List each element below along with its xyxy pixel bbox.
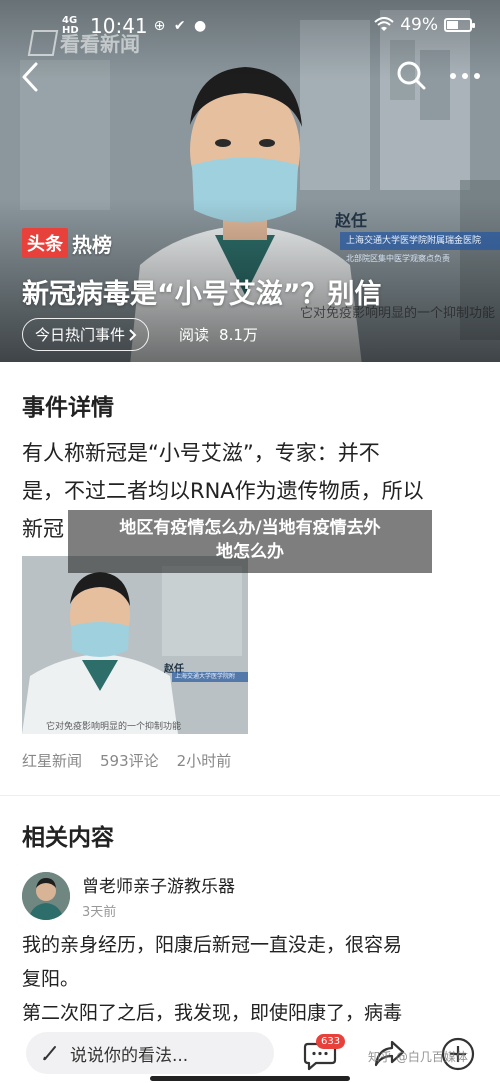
avatar-image xyxy=(22,872,70,920)
thumbnail-caption-subtitle: 它对免疫影响明显的一个抑制功能 xyxy=(46,722,182,732)
banner-line: 地怎么办 xyxy=(216,542,284,562)
search-icon[interactable] xyxy=(396,60,426,92)
notification-icons: ⊕ ✔ ● xyxy=(153,18,209,34)
post-text-line: 复阳。 xyxy=(22,968,80,990)
read-count: 阅读 8.1万 xyxy=(179,324,258,345)
author-name[interactable]: 曾老师亲子游教乐器 xyxy=(82,872,235,897)
event-text-line: 是，不过二者均以RNA作为遗传物质，所以 xyxy=(22,479,424,503)
section-divider xyxy=(0,795,500,796)
read-label: 阅读 xyxy=(179,326,210,344)
zhihu-watermark: 知乎 @白几百媒体 xyxy=(368,1050,468,1064)
event-pill[interactable]: 今日热门事件 xyxy=(22,318,150,351)
overlay-banner: 地区有疫情怎么办/当地有疫情去外 地怎么办 xyxy=(68,510,432,573)
caption-org-secondary: 北部院区集中医学观察点负责 xyxy=(346,254,450,263)
author-row[interactable]: 曾老师亲子游教乐器 3天前 xyxy=(22,872,235,920)
battery-percent: 49% xyxy=(400,15,438,35)
caption-org: 上海交通大学医学院附属瑞金医院 xyxy=(340,232,500,250)
event-pill-label: 今日热门事件 xyxy=(35,326,126,344)
badge-primary: 头条 xyxy=(22,228,68,258)
pen-icon xyxy=(43,1046,56,1061)
read-value: 8.1万 xyxy=(219,326,258,344)
comment-placeholder: 说说你的看法... xyxy=(70,1045,189,1066)
caption-name: 赵任 xyxy=(335,211,368,230)
hero-meta: 今日热门事件 阅读 8.1万 xyxy=(22,318,258,351)
badge-secondary: 热榜 xyxy=(72,232,112,257)
event-text-line: 有人称新冠是“小号艾滋”，专家：并不 xyxy=(22,441,380,465)
comment-count[interactable]: 593评论 xyxy=(100,750,159,771)
home-indicator xyxy=(150,1076,350,1081)
network-indicator: 4G HD xyxy=(62,15,79,36)
status-time: 10:41 xyxy=(90,14,148,38)
comment-count-badge: 633 xyxy=(316,1034,346,1049)
banner-line: 地区有疫情怎么办/当地有疫情去外 xyxy=(119,518,381,538)
battery-icon xyxy=(444,18,475,32)
back-arrow-icon[interactable] xyxy=(16,60,44,94)
wifi-icon xyxy=(374,17,394,31)
avatar[interactable] xyxy=(22,872,70,920)
more-icon[interactable] xyxy=(448,66,482,86)
post-text-line: 我的亲身经历，阳康后新冠一直没走，很容易 xyxy=(22,934,403,956)
comment-input[interactable]: 说说你的看法... xyxy=(26,1032,274,1074)
hot-list-badge: 头条 热榜 xyxy=(22,228,112,258)
status-bar: 4G HD 10:41 ⊕ ✔ ● 49% xyxy=(0,0,500,50)
chevron-right-icon xyxy=(129,328,137,341)
thumbnail-image xyxy=(22,556,248,734)
bottom-action-bar: 说说你的看法... 633 知乎 @白几百媒体 xyxy=(0,1024,500,1083)
event-details-heading: 事件详情 xyxy=(22,395,114,421)
battery-fill xyxy=(447,21,458,29)
source-name[interactable]: 红星新闻 xyxy=(22,750,82,771)
source-meta: 红星新闻 593评论 2小时前 xyxy=(22,750,231,771)
related-post-text[interactable]: 我的亲身经历，阳康后新冠一直没走，很容易 复阳。 第二次阳了之后，我发现，即使阳… xyxy=(22,928,482,1030)
news-thumbnail[interactable]: 赵任 上海交通大学医学院附 它对免疫影响明显的一个抑制功能 xyxy=(22,556,248,734)
page-title: 新冠病毒是“小号艾滋”？别信 xyxy=(22,279,382,310)
author-time: 3天前 xyxy=(82,905,117,920)
hero-banner[interactable]: 看看新闻 4G HD 10:41 ⊕ ✔ ● 49% 赵任 上海交通大学医学院附… xyxy=(0,0,500,362)
related-heading: 相关内容 xyxy=(22,825,114,851)
thumbnail-caption-org: 上海交通大学医学院附 xyxy=(172,672,248,682)
post-time: 2小时前 xyxy=(176,752,232,770)
